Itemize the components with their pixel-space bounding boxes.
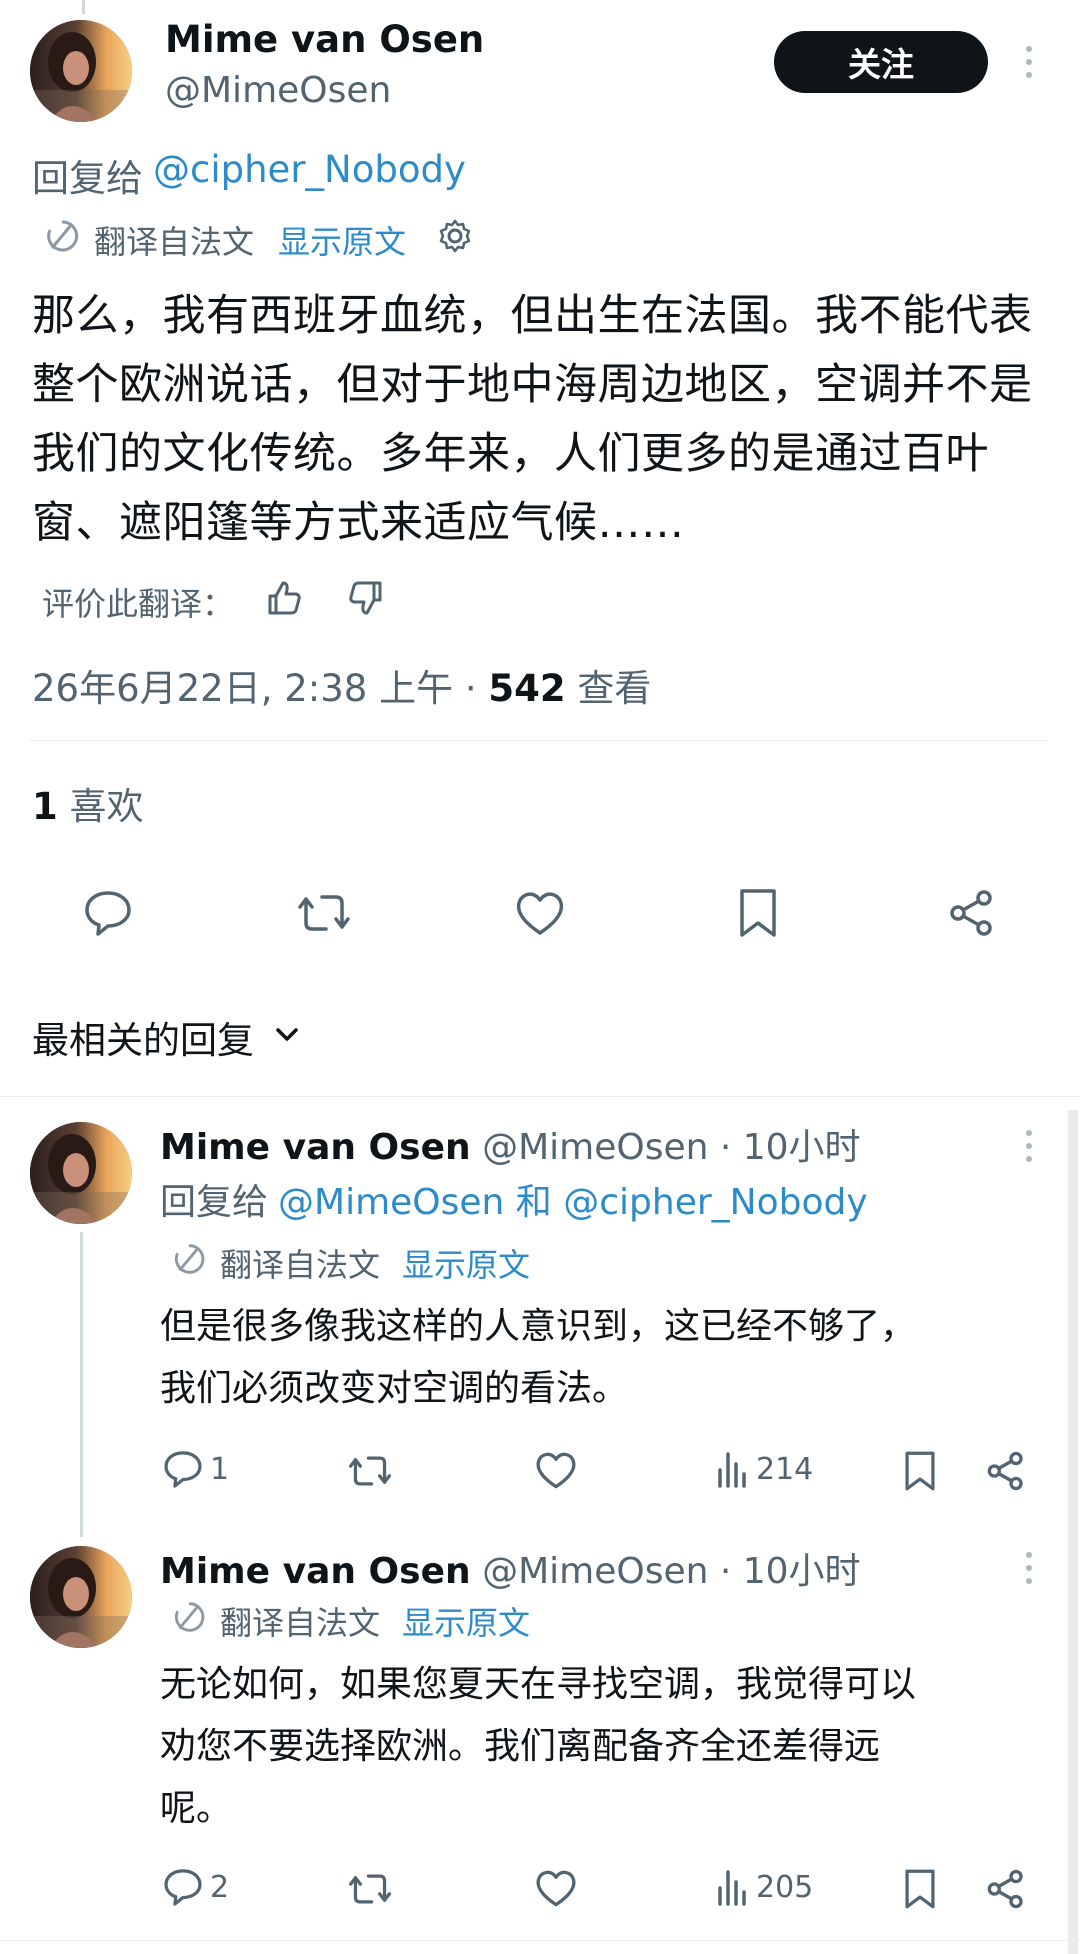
- divider: [30, 740, 1048, 741]
- reply-sort-label: 最相关的回复: [32, 1019, 254, 1062]
- reply-text-line: 无论如何，如果您夏天在寻找空调，我觉得可以: [160, 1664, 917, 1705]
- reply-text-line: 劝您不要选择欧洲。我们离配备齐全还差得远: [160, 1726, 881, 1767]
- thumbs-up-icon[interactable]: [264, 578, 304, 626]
- retweet-icon: [348, 1874, 391, 1904]
- likes-summary[interactable]: 1 喜欢: [32, 776, 144, 830]
- view-count: 214: [756, 1451, 814, 1487]
- divider: [0, 1940, 1080, 1941]
- thread-connector-top: [82, 0, 85, 14]
- retweet-button[interactable]: [346, 1450, 394, 1492]
- reply-count: 1: [210, 1451, 230, 1487]
- reply-icon: [164, 1869, 202, 1906]
- reply-header: Mime van Osen @MimeOsen · 10小时: [160, 1542, 861, 1594]
- translate-row: 翻译自法文 显示原文: [42, 216, 474, 264]
- more-icon[interactable]: [1024, 1130, 1034, 1162]
- reply-to-link[interactable]: @cipher_Nobody: [153, 148, 466, 202]
- heart-icon: [536, 1870, 576, 1907]
- avatar[interactable]: [30, 20, 132, 122]
- share-icon[interactable]: [944, 885, 1000, 941]
- likes-label: 喜欢: [57, 785, 144, 828]
- reply-author-name[interactable]: Mime van Osen: [160, 1551, 471, 1592]
- reply-text: 但是很多像我这样的人意识到，这已经不够了， 我们必须改变对空调的看法。: [160, 1296, 916, 1420]
- reply-header: Mime van Osen @MimeOsen · 10小时: [160, 1118, 861, 1170]
- bookmark-icon: [905, 1869, 935, 1909]
- reply-author-name[interactable]: Mime van Osen: [160, 1127, 471, 1168]
- translated-from-label: 翻译自法文: [220, 1246, 381, 1284]
- translate-icon: [170, 1240, 208, 1286]
- reply-text: 无论如何，如果您夏天在寻找空调，我觉得可以 劝您不要选择欧洲。我们离配备齐全还差…: [160, 1654, 916, 1840]
- likes-count: 1: [32, 785, 58, 828]
- views-button[interactable]: 214: [716, 1450, 813, 1488]
- reply-count: 2: [210, 1869, 230, 1905]
- divider: [0, 1096, 1080, 1097]
- tweet-meta: 26年6月22日, 2:38 上午 · 542 查看: [32, 658, 651, 712]
- avatar[interactable]: [30, 1122, 132, 1224]
- views-icon: [718, 1452, 746, 1488]
- translated-from-label: 翻译自法文: [220, 1604, 381, 1642]
- show-original-link[interactable]: 显示原文: [402, 1598, 530, 1644]
- heart-icon: [536, 1452, 576, 1489]
- reply-text-line: 我们必须改变对空调的看法。: [160, 1368, 629, 1409]
- reply-icon: [164, 1451, 202, 1488]
- show-original-link[interactable]: 显示原文: [402, 1240, 530, 1286]
- author-name[interactable]: Mime van Osen: [165, 18, 484, 61]
- translated-from-label: 翻译自法文: [94, 223, 255, 261]
- reply-to-link[interactable]: @MimeOsen 和 @cipher_Nobody: [278, 1173, 868, 1225]
- tweet-text: 那么，我有西班牙血统，但出生在法国。我不能代表整个欧洲说话，但对于地中海周边地区…: [32, 291, 1033, 548]
- thread-connector: [80, 1232, 83, 1537]
- reply-context: 回复给 @cipher_Nobody: [32, 148, 466, 202]
- views-button[interactable]: 205: [716, 1868, 813, 1906]
- rate-translation-label: 评价此翻译：: [42, 585, 235, 623]
- author-handle[interactable]: @MimeOsen: [165, 70, 391, 111]
- show-original-link[interactable]: 显示原文: [278, 217, 406, 263]
- reply-handle-time[interactable]: @MimeOsen · 10小时: [482, 1551, 860, 1592]
- thumbs-down-icon[interactable]: [346, 578, 386, 626]
- share-button[interactable]: [986, 1868, 1026, 1910]
- retweet-icon: [348, 1456, 391, 1486]
- reply-handle-time[interactable]: @MimeOsen · 10小时: [482, 1127, 860, 1168]
- avatar[interactable]: [30, 1546, 132, 1648]
- views-icon: [718, 1870, 746, 1906]
- like-button[interactable]: [534, 1868, 578, 1908]
- bookmark-icon: [905, 1451, 935, 1491]
- action-bar: [0, 885, 1080, 945]
- retweet-button[interactable]: [346, 1868, 394, 1910]
- view-count: 205: [756, 1869, 814, 1905]
- tweet-datetime[interactable]: 26年6月22日, 2:38 上午 ·: [32, 667, 488, 710]
- heart-icon[interactable]: [512, 885, 568, 941]
- reply-context: 回复给 @MimeOsen 和 @cipher_Nobody: [160, 1173, 868, 1225]
- reply-button[interactable]: 1: [162, 1448, 229, 1490]
- translate-icon: [42, 216, 82, 264]
- reply-icon[interactable]: [80, 885, 136, 941]
- views-count: 542: [488, 667, 566, 710]
- reply-text-line: 呢。: [160, 1788, 233, 1829]
- reply-text-line: 但是很多像我这样的人意识到，这已经不够了，: [160, 1306, 917, 1347]
- follow-button[interactable]: 关注: [774, 31, 988, 93]
- translate-icon: [170, 1598, 208, 1644]
- share-icon: [987, 1451, 1023, 1491]
- reply-sort-dropdown[interactable]: 最相关的回复: [32, 1010, 302, 1064]
- bookmark-button[interactable]: [902, 1868, 938, 1910]
- more-icon[interactable]: [1024, 1552, 1034, 1584]
- share-icon: [987, 1869, 1023, 1909]
- reply-button[interactable]: 2: [162, 1866, 229, 1908]
- translate-row: 翻译自法文 显示原文: [170, 1240, 530, 1286]
- retweet-icon[interactable]: [296, 885, 352, 941]
- share-button[interactable]: [986, 1450, 1026, 1492]
- bookmark-button[interactable]: [902, 1450, 938, 1492]
- more-icon[interactable]: [1024, 46, 1034, 78]
- views-label: 查看: [565, 667, 652, 710]
- bookmark-icon[interactable]: [730, 885, 786, 941]
- translate-row: 翻译自法文 显示原文: [170, 1598, 530, 1644]
- like-button[interactable]: [534, 1450, 578, 1490]
- reply-prefix: 回复给: [160, 1182, 269, 1223]
- scrollbar[interactable]: [1068, 1110, 1078, 1954]
- reply-prefix: 回复给: [32, 157, 143, 200]
- rate-translation-row: 评价此翻译：: [42, 578, 386, 626]
- chevron-down-icon: [272, 1016, 302, 1059]
- gear-icon[interactable]: [436, 217, 474, 263]
